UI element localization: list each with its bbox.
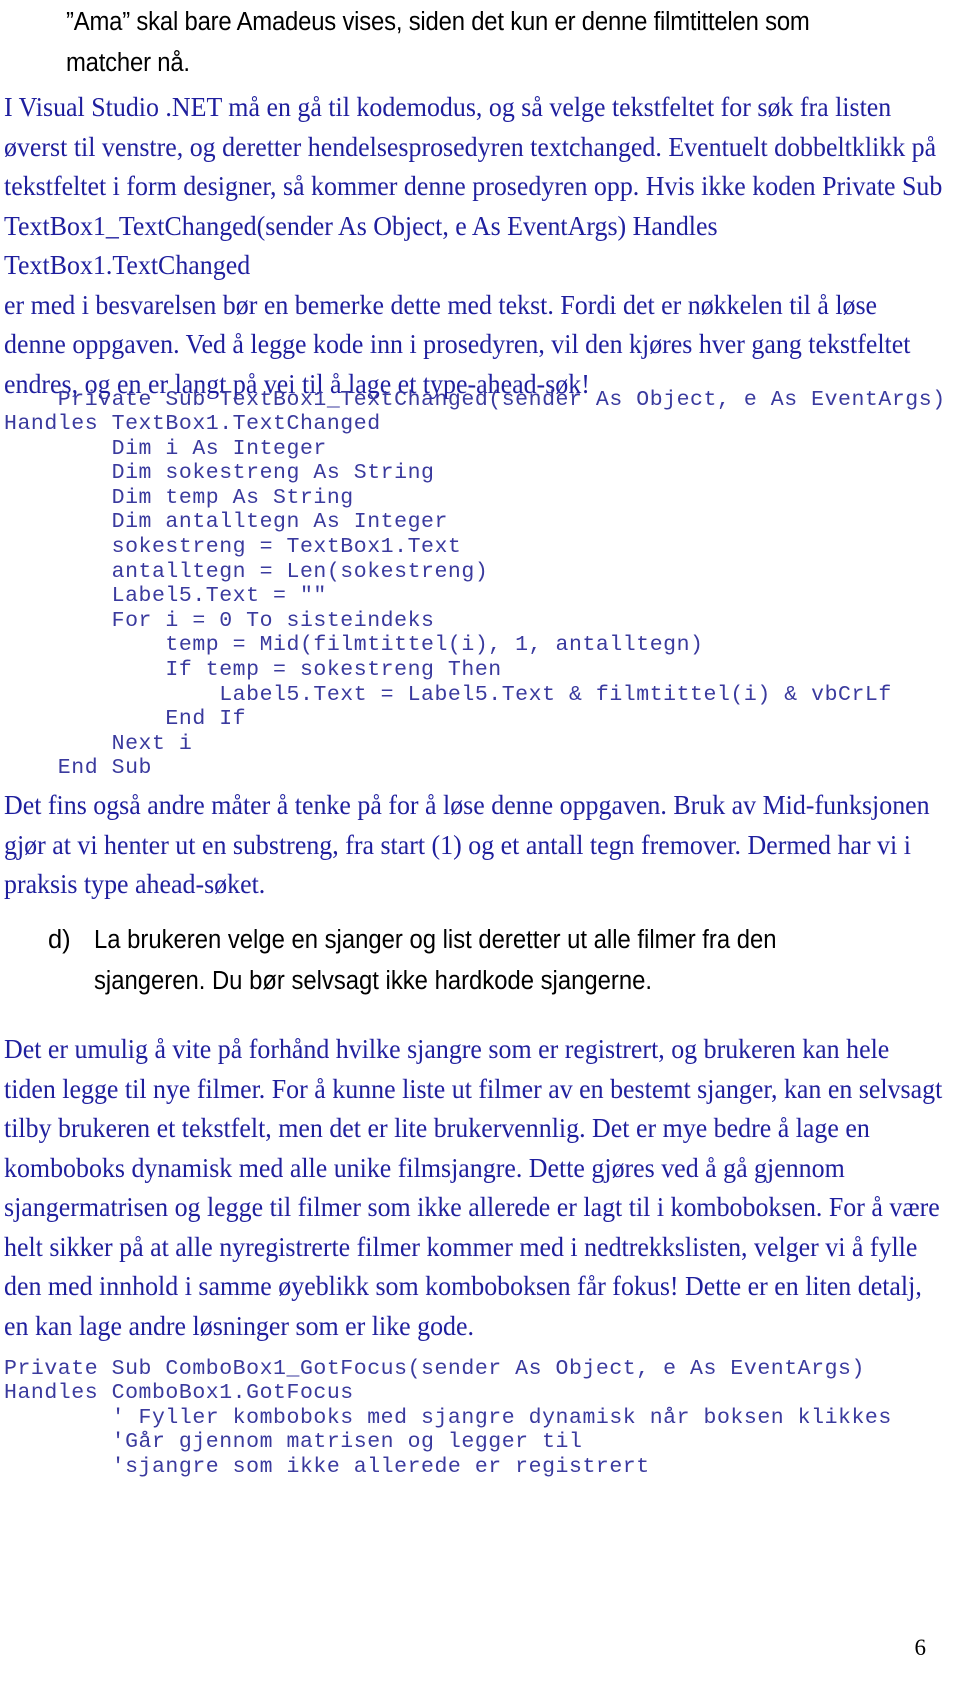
list-item-text: La brukeren velge en sjanger og list der… xyxy=(94,926,784,995)
page-number: 6 xyxy=(914,1635,927,1660)
code-block-textchanged: Private Sub TextBox1_TextChanged(sender … xyxy=(4,387,946,781)
explanation-paragraph-2: Det fins også andre måter å tenke på for… xyxy=(4,790,937,899)
document-page: ”Ama” skal bare Amadeus vises, siden det… xyxy=(0,0,960,1685)
explanation-paragraph-3: Det er umulig å vite på forhånd hvilke s… xyxy=(4,1034,949,1341)
explanation-paragraph-1: I Visual Studio .NET må en gå til kodemo… xyxy=(4,92,943,399)
code-block-gotfocus: Private Sub ComboBox1_GotFocus(sender As… xyxy=(4,1356,892,1479)
list-item-marker: d) xyxy=(48,926,71,954)
task-list-item-d: d) La brukeren velge en sjanger og list … xyxy=(48,920,928,1002)
intro-paragraph: ”Ama” skal bare Amadeus vises, siden det… xyxy=(66,8,817,77)
